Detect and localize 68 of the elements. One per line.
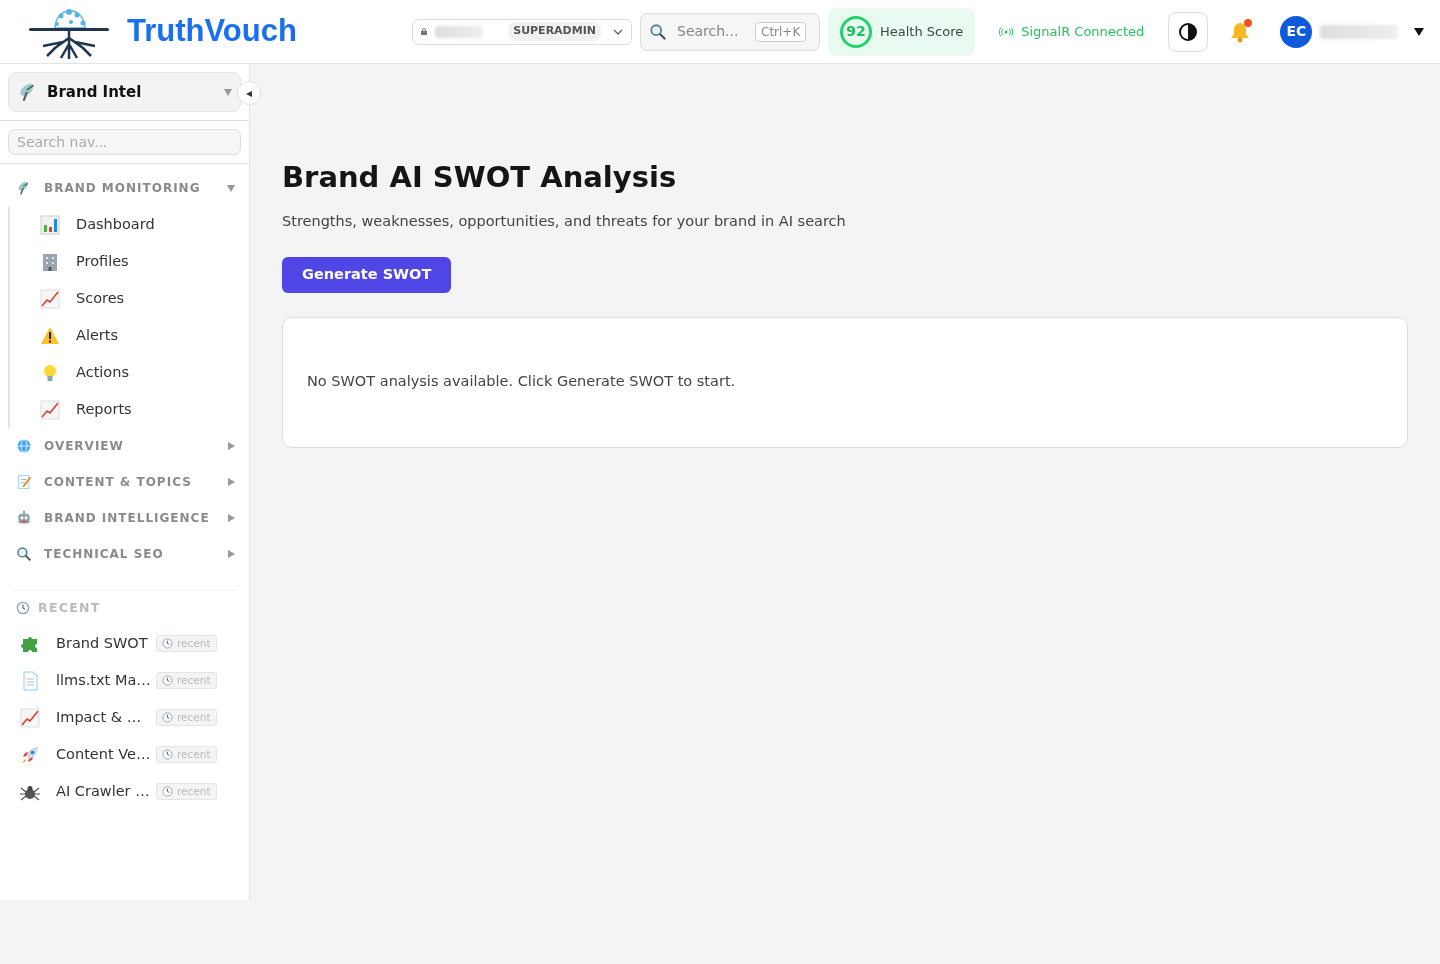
recent-item[interactable]: llms.txt Ma… recent: [0, 662, 249, 699]
lock-icon: [421, 28, 427, 35]
notification-button[interactable]: [1228, 18, 1253, 45]
building-icon: [40, 251, 60, 272]
page-subtitle: Strengths, weaknesses, opportunities, and threats for your brand in AI search: [282, 211, 847, 231]
recent-item[interactable]: Brand SWOT recent: [0, 625, 249, 662]
recent-item[interactable]: Impact & … recent: [0, 699, 249, 736]
line-chart-icon: [40, 288, 60, 309]
organization-switcher[interactable]: SUPERADMIN: [412, 18, 632, 45]
recent-tag: recent: [156, 782, 217, 801]
search-icon: [16, 546, 32, 562]
clock-icon: [16, 601, 30, 615]
memo-icon: [16, 474, 32, 490]
contrast-icon: [1179, 22, 1198, 41]
document-icon: [20, 670, 40, 691]
health-score-label: Health Score: [880, 22, 964, 41]
blurred-organization-name: [435, 25, 483, 38]
bar-chart-icon: [40, 214, 60, 235]
health-score-ring: 92: [840, 15, 872, 48]
chevron-down-icon: [613, 28, 623, 35]
nav-item[interactable]: Dashboard: [10, 206, 249, 243]
clock-icon: [162, 786, 173, 797]
caret-right-icon: [227, 550, 235, 558]
recent-item[interactable]: AI Crawler … recent: [0, 773, 249, 810]
recent-tag: recent: [156, 671, 217, 690]
clock-icon: [162, 749, 173, 760]
recent-item[interactable]: Content Ve… recent: [0, 736, 249, 773]
clock-icon: [162, 638, 173, 649]
line-chart-icon: [20, 707, 40, 728]
caret-right-icon: [227, 478, 235, 486]
search-icon: [649, 22, 667, 41]
generate-swot-button[interactable]: Generate SWOT: [282, 256, 452, 293]
theme-toggle-button[interactable]: [1168, 11, 1209, 52]
role-badge: SUPERADMIN: [508, 22, 601, 41]
globe-icon: [16, 438, 32, 454]
nav-item[interactable]: Reports: [10, 391, 249, 428]
clock-icon: [162, 675, 173, 686]
nav-item[interactable]: Alerts: [10, 317, 249, 354]
caret-down-icon: [227, 184, 235, 192]
module-switcher[interactable]: Brand Intel: [8, 72, 241, 112]
recent-heading: RECENT: [38, 598, 101, 617]
empty-state-message: No SWOT analysis available. Click Generate SWOT to start.: [307, 372, 736, 392]
connection-status: SignalR Connected: [1021, 22, 1145, 41]
rocket-icon: [20, 744, 40, 765]
nav-item[interactable]: Profiles: [10, 243, 249, 280]
caret-left-icon: [246, 90, 252, 97]
nav-item[interactable]: Scores: [10, 280, 249, 317]
global-search-field[interactable]: Search...: [675, 20, 747, 43]
brand-name: TruthVouch: [127, 12, 297, 51]
recent-tag: recent: [156, 745, 217, 764]
recent-tag: recent: [156, 634, 217, 653]
nav-search-field[interactable]: Search nav...: [8, 129, 241, 155]
shortcut-hint: Ctrl+K: [755, 21, 807, 42]
caret-right-icon: [227, 514, 235, 522]
nav-item[interactable]: Actions: [10, 354, 249, 391]
robot-icon: [16, 510, 32, 526]
page-title: Brand AI SWOT Analysis: [282, 160, 678, 195]
health-score-widget[interactable]: 92 Health Score: [828, 7, 976, 56]
caret-down-icon: [1414, 27, 1425, 36]
user-menu[interactable]: EC: [1280, 15, 1425, 48]
recent-tag: recent: [156, 708, 217, 727]
clock-icon: [162, 712, 173, 723]
collapse-sidebar-button[interactable]: [237, 81, 261, 105]
caret-down-icon: [224, 88, 232, 96]
line-chart-icon: [40, 399, 60, 420]
warning-icon: [40, 325, 60, 346]
user-avatar: EC: [1280, 15, 1313, 48]
caret-right-icon: [227, 442, 235, 450]
